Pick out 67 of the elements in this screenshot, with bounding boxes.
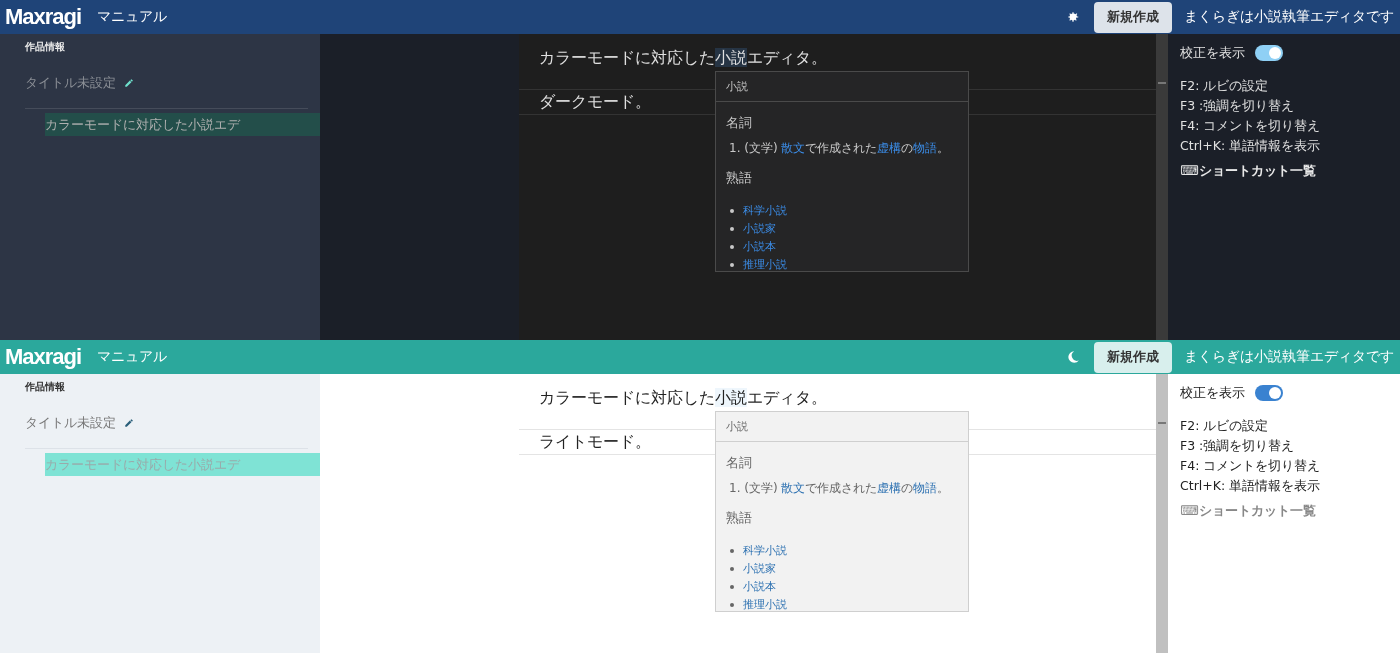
scrollbar[interactable]: [1156, 374, 1168, 653]
pencil-icon[interactable]: [124, 418, 134, 428]
work-title: タイトル未設定: [25, 74, 116, 92]
idiom-link[interactable]: 科学小説: [743, 543, 787, 558]
definition-link[interactable]: 虚構: [877, 141, 902, 155]
idiom-link[interactable]: 推理小説: [743, 597, 787, 611]
word-highlight[interactable]: 小説: [715, 388, 747, 407]
idioms-heading: 熟語: [726, 169, 753, 187]
section-label: 作品情報: [25, 380, 66, 394]
shortcut-text: F3 :強調を切り替え: [1180, 97, 1296, 115]
shortcut-text: Ctrl+K: 単語情報を表示: [1180, 477, 1322, 495]
popup-title: 小説: [716, 72, 968, 102]
part-of-speech: 名詞: [726, 454, 753, 472]
definition-link[interactable]: 散文: [781, 141, 806, 155]
idiom-link[interactable]: 小説本: [743, 579, 776, 594]
shortcut-list-link[interactable]: ⌨ショートカット一覧: [1180, 162, 1316, 180]
idioms-heading: 熟語: [726, 509, 753, 527]
bullet-icon: [730, 262, 734, 267]
proofread-toggle[interactable]: [1255, 45, 1283, 61]
toggle-label: 校正を表示: [1180, 44, 1245, 62]
chapter-item[interactable]: カラーモードに対応した小説エデ: [45, 113, 320, 136]
work-title: タイトル未設定: [25, 414, 116, 432]
new-button[interactable]: 新規作成: [1094, 341, 1172, 373]
shortcut-text: F2: ルビの設定: [1180, 417, 1270, 435]
part-of-speech: 名詞: [726, 114, 753, 132]
new-button[interactable]: 新規作成: [1094, 1, 1172, 33]
bullet-icon: [730, 244, 734, 249]
proofread-toggle[interactable]: [1255, 385, 1283, 401]
shortcut-text: F2: ルビの設定: [1180, 77, 1270, 95]
shortcut-text: Ctrl+K: 単語情報を表示: [1180, 137, 1322, 155]
bullet-icon: [730, 602, 734, 607]
pencil-icon[interactable]: [124, 78, 134, 88]
paragraph-text[interactable]: カラーモードに対応した小説エディタ。: [519, 45, 1156, 71]
paragraph-text[interactable]: カラーモードに対応した小説エディタ。: [519, 385, 1156, 411]
definition-link[interactable]: 散文: [781, 481, 806, 495]
bullet-icon: [730, 566, 734, 571]
idiom-link[interactable]: 小説家: [743, 561, 776, 576]
definition-text: 1. (文学) 散文で作成された虚構の物語。: [729, 480, 951, 497]
definition-link[interactable]: 物語: [913, 141, 938, 155]
word-highlight[interactable]: 小説: [715, 48, 747, 67]
idiom-link[interactable]: 科学小説: [743, 203, 787, 218]
shortcut-text: F3 :強調を切り替え: [1180, 437, 1296, 455]
idiom-link[interactable]: 小説家: [743, 221, 776, 236]
moon-icon[interactable]: [1066, 350, 1080, 364]
shortcut-text: F4: コメントを切り替え: [1180, 457, 1322, 475]
bullet-icon: [730, 584, 734, 589]
definition-link[interactable]: 虚構: [877, 481, 902, 495]
tagline: まくらぎは小説執筆エディタです: [1184, 8, 1394, 26]
bullet-icon: [730, 208, 734, 213]
popup-title: 小説: [716, 412, 968, 442]
idiom-link[interactable]: 小説本: [743, 239, 776, 254]
definition-link[interactable]: 物語: [913, 481, 938, 495]
manual-link[interactable]: マニュアル: [97, 348, 168, 366]
app-logo[interactable]: Maxragi: [5, 4, 82, 30]
section-label: 作品情報: [25, 40, 66, 54]
shortcut-text: F4: コメントを切り替え: [1180, 117, 1322, 135]
bullet-icon: [730, 548, 734, 553]
app-logo[interactable]: Maxragi: [5, 344, 82, 370]
shortcut-list-link[interactable]: ⌨ショートカット一覧: [1180, 502, 1316, 520]
tagline: まくらぎは小説執筆エディタです: [1184, 348, 1394, 366]
bullet-icon: [730, 226, 734, 231]
definition-text: 1. (文学) 散文で作成された虚構の物語。: [729, 140, 951, 157]
toggle-label: 校正を表示: [1180, 384, 1245, 402]
manual-link[interactable]: マニュアル: [97, 8, 168, 26]
scrollbar[interactable]: [1156, 34, 1168, 340]
idiom-link[interactable]: 推理小説: [743, 257, 787, 271]
settings-icon[interactable]: [1066, 10, 1080, 24]
